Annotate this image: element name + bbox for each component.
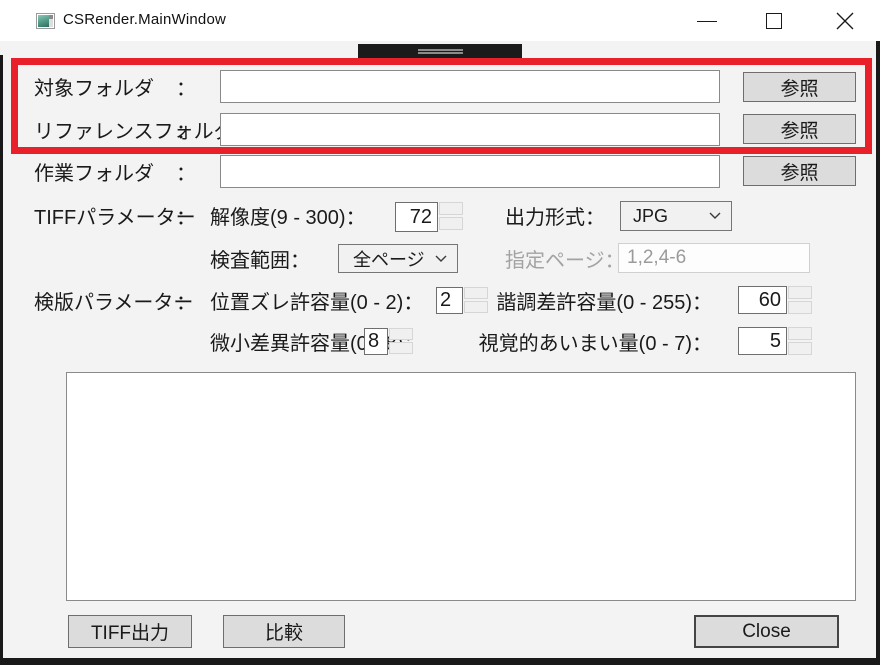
minimize-icon bbox=[697, 21, 717, 22]
target-folder-input[interactable] bbox=[220, 70, 720, 103]
app-icon-notch bbox=[49, 15, 53, 19]
spin-down-button[interactable] bbox=[389, 342, 413, 354]
close-button[interactable]: Close bbox=[694, 615, 839, 648]
spin-up-button[interactable] bbox=[389, 328, 413, 340]
title-bar: CSRender.MainWindow bbox=[0, 0, 880, 41]
minimize-button[interactable] bbox=[684, 0, 730, 41]
work-folder-label: 作業フォルダ bbox=[34, 156, 154, 186]
tone-tolerance-spinner-buttons bbox=[788, 286, 812, 314]
position-tolerance-label: 位置ズレ許容量(0 - 2)： bbox=[210, 285, 423, 315]
tiff-output-button[interactable]: TIFF出力 bbox=[68, 615, 192, 648]
resolution-spinner-value[interactable]: 72 bbox=[395, 202, 438, 232]
spin-up-button[interactable] bbox=[788, 327, 812, 340]
inspect-range-combobox[interactable]: 全ページ bbox=[338, 244, 458, 273]
work-folder-colon: ： bbox=[176, 156, 196, 186]
tone-tolerance-spinner-value[interactable]: 60 bbox=[738, 286, 787, 314]
visual-fuzz-spinner-buttons bbox=[788, 327, 812, 355]
proof-parameters-colon: ： bbox=[176, 285, 196, 315]
visual-fuzz-label: 視覚的あいまい量(0 - 7)： bbox=[420, 326, 712, 356]
work-folder-input[interactable] bbox=[220, 155, 720, 188]
tiff-parameters-label: TIFFパラメーター bbox=[34, 200, 196, 230]
grip-line bbox=[418, 52, 463, 54]
chevron-down-icon bbox=[435, 255, 447, 263]
reference-folder-colon: ： bbox=[176, 114, 196, 144]
compare-button[interactable]: 比較 bbox=[223, 615, 345, 648]
target-folder-browse-button[interactable]: 参照 bbox=[743, 72, 856, 102]
desktop-edge-right bbox=[876, 41, 880, 658]
chevron-down-icon bbox=[709, 212, 721, 220]
pages-label: 指定ページ： bbox=[505, 243, 625, 273]
desktop-edge-left bbox=[0, 55, 3, 658]
pages-input[interactable] bbox=[618, 243, 810, 273]
tiff-parameters-colon: ： bbox=[176, 200, 196, 230]
maximize-button[interactable] bbox=[751, 0, 797, 41]
micro-diff-spinner-buttons bbox=[389, 328, 413, 355]
spin-up-button[interactable] bbox=[439, 202, 463, 215]
work-folder-browse-button[interactable]: 参照 bbox=[743, 156, 856, 186]
spin-down-button[interactable] bbox=[788, 342, 812, 355]
reference-folder-label: リファレンスフォルダ bbox=[34, 114, 234, 144]
grip-line bbox=[418, 49, 463, 51]
target-folder-label: 対象フォルダ bbox=[34, 71, 154, 101]
tone-tolerance-label: 諧調差許容量(0 - 255)： bbox=[430, 285, 712, 315]
output-format-value: JPG bbox=[633, 206, 668, 227]
output-format-label: 出力形式： bbox=[505, 200, 605, 230]
reference-folder-browse-button[interactable]: 参照 bbox=[743, 114, 856, 144]
output-format-combobox[interactable]: JPG bbox=[620, 201, 732, 231]
visual-fuzz-spinner-value[interactable]: 5 bbox=[738, 327, 787, 355]
spin-up-button[interactable] bbox=[788, 286, 812, 299]
spin-down-button[interactable] bbox=[439, 217, 463, 230]
window-title: CSRender.MainWindow bbox=[63, 11, 226, 28]
micro-diff-spinner-value[interactable]: 8 bbox=[364, 328, 388, 355]
app-icon bbox=[36, 13, 55, 29]
resolution-label: 解像度(9 - 300)： bbox=[210, 200, 366, 230]
resolution-spinner-buttons bbox=[439, 202, 463, 232]
close-icon bbox=[836, 12, 854, 30]
target-folder-colon: ： bbox=[176, 71, 196, 101]
reference-folder-input[interactable] bbox=[220, 113, 720, 146]
proof-parameters-label: 検版パラメーター bbox=[34, 285, 193, 315]
maximize-icon bbox=[766, 13, 782, 29]
close-window-button[interactable] bbox=[822, 0, 868, 41]
app-icon-picture bbox=[38, 15, 49, 27]
log-textarea[interactable] bbox=[66, 372, 856, 601]
spin-down-button[interactable] bbox=[788, 301, 812, 314]
inspect-range-label: 検査範囲： bbox=[210, 243, 310, 273]
desktop-edge-bottom bbox=[0, 658, 880, 665]
inspect-range-value: 全ページ bbox=[353, 246, 425, 272]
top-grip-tab[interactable] bbox=[358, 44, 522, 58]
